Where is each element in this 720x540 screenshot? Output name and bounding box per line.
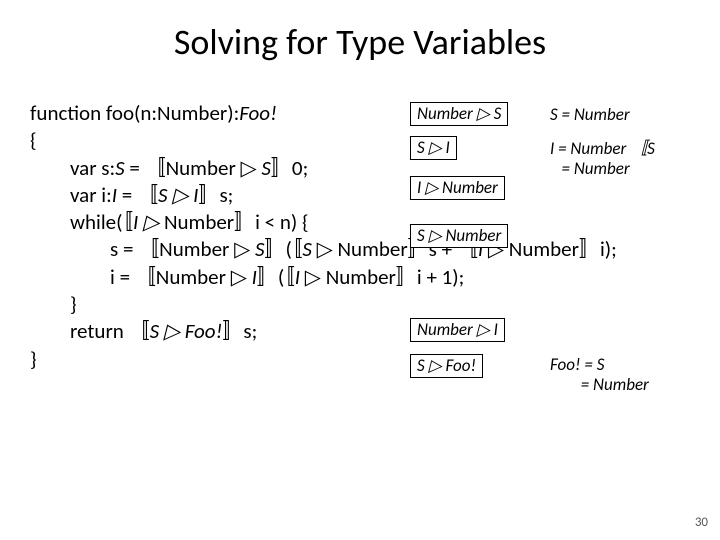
code-text: return 〚 <box>70 318 150 344</box>
code-line-5: while(〚I ▷ Number〛i < n) { <box>30 209 690 236</box>
anno-box-2: S ▷ I <box>410 136 457 160</box>
solution-2a: I = Number 〚S <box>550 138 655 160</box>
anno-box-1: Number ▷ S <box>410 102 508 126</box>
anno-box-4: S ▷ Number <box>410 224 508 248</box>
slide-title: Solving for Type Variables <box>0 0 720 64</box>
code-text: while(〚 <box>70 209 133 235</box>
code-text: ▷ Number〛i + 1); <box>300 264 464 290</box>
code-text: Number〛i < n) { <box>159 209 308 235</box>
code-text: 〛s; <box>222 318 257 344</box>
solution-1: S = Number <box>550 104 630 126</box>
code-text: S ▷ Foo! <box>150 318 223 344</box>
solution-2b: = Number <box>550 158 630 180</box>
code-line-7: i = 〚Number ▷ I〛(〚I ▷ Number〛i + 1); <box>30 264 690 291</box>
code-text: S <box>115 155 125 181</box>
anno-box-5: Number ▷ I <box>410 318 505 342</box>
anno-box-3: I ▷ Number <box>410 176 505 200</box>
code-text: S <box>302 236 312 262</box>
code-text: i = 〚Number ▷ <box>110 264 252 290</box>
code-line-9: return 〚S ▷ Foo!〛s; <box>30 318 690 345</box>
code-line-6: s = 〚Number ▷ S〛(〚S ▷ Number〛s + 〚I ▷ Nu… <box>30 236 690 263</box>
page-number: 30 <box>695 515 708 530</box>
code-text: = 〚 <box>117 182 158 208</box>
code-text: S <box>261 155 271 181</box>
code-text: var i: <box>70 182 112 208</box>
code-text: I ▷ <box>133 209 159 235</box>
slide-body: Number ▷ S S ▷ I I ▷ Number S ▷ Number N… <box>30 100 690 373</box>
code-line-4: var i:I = 〚S ▷ I〛s; <box>30 182 690 209</box>
code-line-8: } <box>30 291 690 318</box>
slide: Solving for Type Variables Number ▷ S S … <box>0 0 720 540</box>
code-text: 〛s; <box>198 182 233 208</box>
code-text: function foo(n:Number): <box>30 100 239 126</box>
code-text: s = 〚Number ▷ <box>110 236 255 262</box>
code-text: 〛0; <box>271 155 308 181</box>
code-text: = 〚Number ▷ <box>125 155 262 181</box>
code-text: var s: <box>70 155 115 181</box>
code-text: 〛(〚 <box>264 236 302 262</box>
code-text: Foo! <box>239 100 277 126</box>
solution-3a: Foo! = S <box>550 354 604 376</box>
anno-box-6: S ▷ Foo! <box>410 354 483 378</box>
code-text: 〛(〚 <box>257 264 295 290</box>
solution-3b: = Number <box>550 374 649 396</box>
code-text: S ▷ I <box>158 182 198 208</box>
